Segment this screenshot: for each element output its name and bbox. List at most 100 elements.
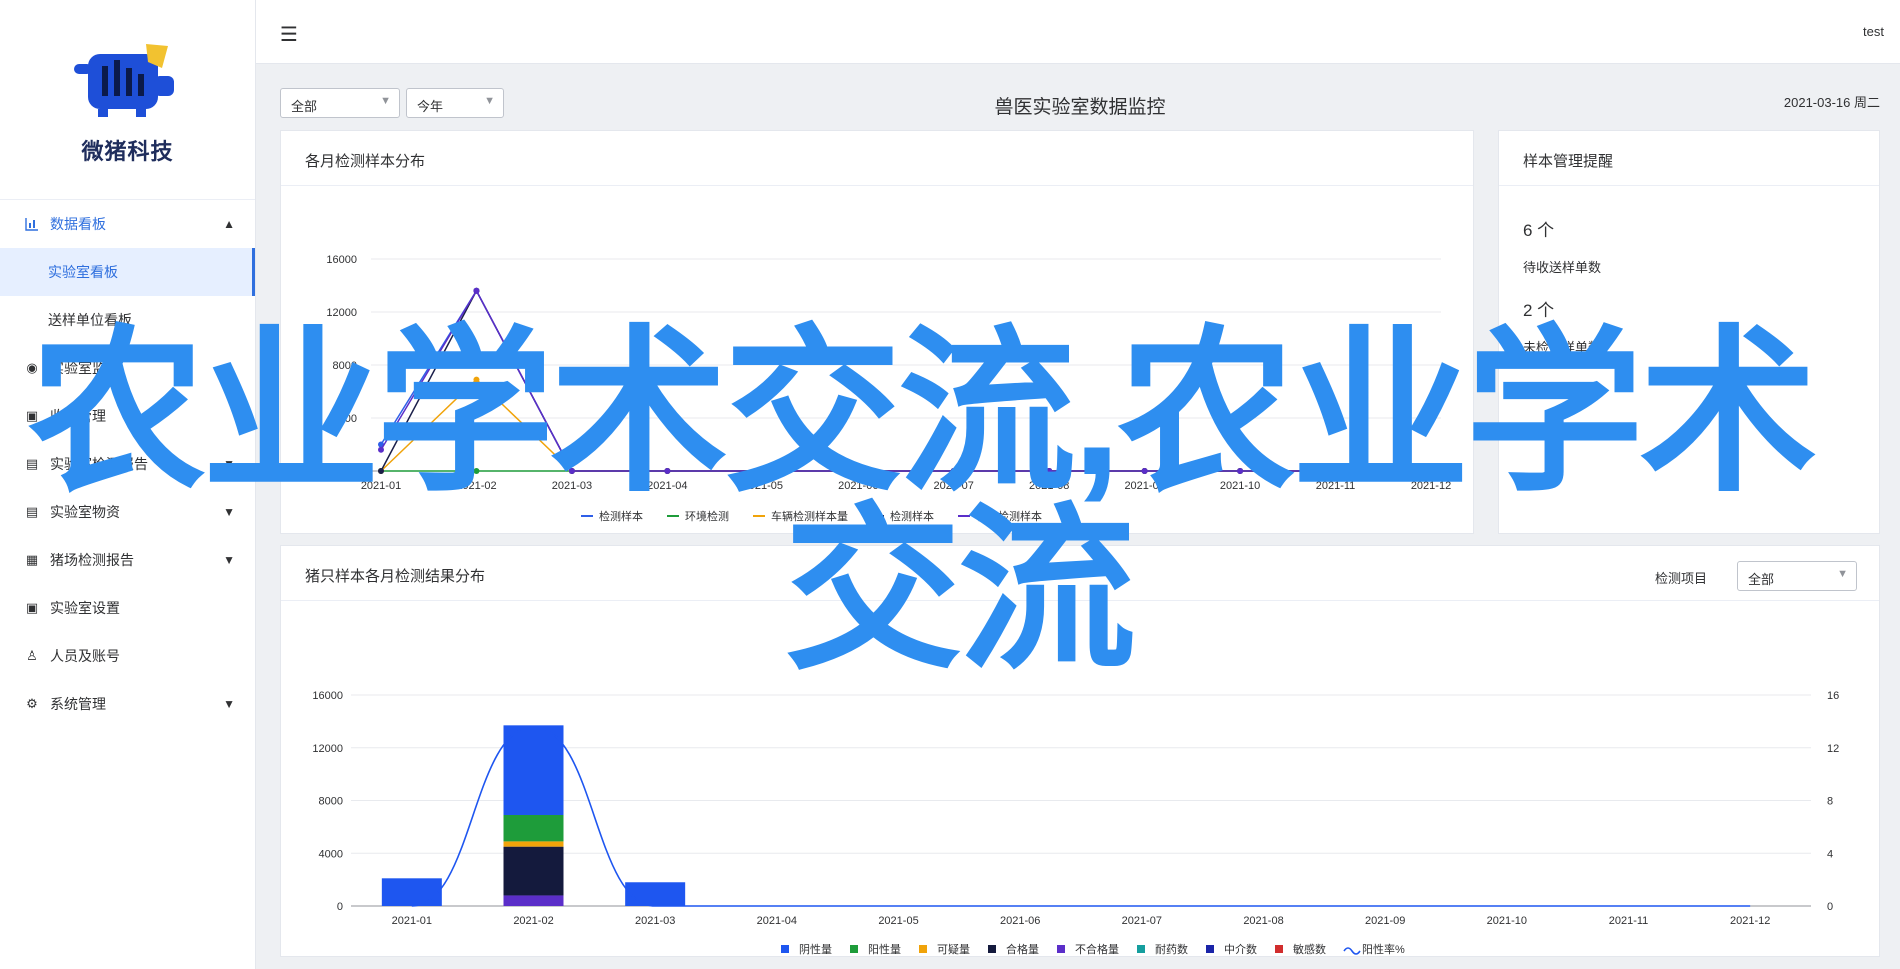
data-point [1428, 468, 1434, 474]
legend-swatch [1343, 947, 1361, 955]
chevron-down-icon: ▼ [223, 553, 235, 567]
period-select[interactable]: 今年 ▼ [406, 88, 504, 118]
bar-segment [503, 841, 564, 847]
user-name[interactable]: test [1863, 24, 1884, 39]
sidebar-item-label: 数据看板 [50, 216, 106, 232]
pending-count[interactable]: 6 个 [1523, 216, 1879, 241]
document-icon: ▤ [25, 456, 39, 471]
x-tick-label: 2021-09 [1365, 915, 1405, 927]
chevron-down-icon: ▼ [484, 95, 495, 107]
chevron-down-icon: ▼ [223, 457, 235, 471]
y-tick-label: 0 [351, 466, 357, 478]
sample-reminder-card: 样本管理提醒 6 个 待收送样单数 2 个 未检送样单数 [1498, 130, 1880, 534]
data-point [950, 468, 957, 474]
x-tick-label: 2021-10 [1220, 480, 1260, 492]
sidebar-item-label: 送样单位看板 [48, 312, 132, 328]
chevron-down-icon: ▼ [380, 95, 391, 107]
chevron-down-icon: ▼ [223, 697, 235, 711]
sidebar-item-system[interactable]: ⚙ 系统管理 ▼ [0, 680, 255, 728]
chevron-up-icon: ▲ [223, 217, 235, 231]
current-date: 2021-03-16 周二 [1783, 95, 1880, 110]
x-tick-label: 2021-04 [647, 480, 687, 492]
sidebar-item-label: 人员及账号 [50, 648, 120, 664]
x-tick-label: 2021-06 [1000, 915, 1040, 927]
filter-label: 检测项目 [1654, 571, 1707, 586]
legend-swatch [1206, 945, 1214, 953]
y-tick-label: 12000 [312, 743, 343, 755]
data-point [378, 468, 384, 474]
card-title: 样本管理提醒 [1499, 131, 1879, 186]
data-point [568, 468, 575, 474]
data-point [473, 468, 480, 474]
scope-select-value: 全部 [291, 99, 318, 114]
x-tick-label: 2021-03 [635, 915, 675, 927]
report-icon: ▦ [25, 552, 39, 567]
legend-label: 环境检测 [685, 509, 729, 523]
legend-label: 检测样本 [890, 509, 934, 523]
sidebar-item-data-board[interactable]: 数据看板 ▲ [0, 200, 255, 248]
user-icon: ♙ [26, 648, 38, 663]
x-tick-label: 2021-02 [456, 480, 496, 492]
x-tick-label: 2021-02 [513, 915, 553, 927]
sidebar-item-lab-supplies[interactable]: ▤ 实验室物资 ▼ [0, 488, 255, 536]
x-tick-label: 2021-11 [1316, 480, 1356, 492]
y-tick-label: 8000 [319, 796, 343, 808]
legend-label: 检测样本 [599, 509, 643, 523]
legend-label: 阳性率% [1362, 942, 1405, 956]
x-tick-label: 2021-05 [878, 915, 918, 927]
sidebar-item-farm-report[interactable]: ▦ 猪场检测报告 ▼ [0, 536, 255, 584]
top-bar: ☰ test [256, 0, 1900, 64]
x-tick-label: 2021-07 [1122, 915, 1162, 927]
scope-select[interactable]: 全部 ▼ [280, 88, 400, 118]
legend-label: 车辆检测样本量 [771, 509, 848, 523]
stat-block: 6 个 待收送样单数 2 个 未检送样单数 [1499, 216, 1879, 356]
sidebar-item-lab-monitor[interactable]: ◉ 实验室监控 [0, 344, 255, 392]
brand-logo[interactable]: 微猪科技 [0, 0, 255, 200]
sidebar-item-lab-report[interactable]: ▤ 实验室检测报告 ▼ [0, 440, 255, 488]
y-tick-label: 16000 [312, 690, 343, 702]
y-tick-label: 12000 [326, 307, 357, 319]
sidebar-item-users[interactable]: ♙ 人员及账号 [0, 632, 255, 680]
data-point [664, 468, 671, 474]
sidebar-item-label: 实验室监控 [50, 360, 120, 376]
legend-swatch [850, 945, 858, 953]
x-tick-label: 2021-04 [757, 915, 797, 927]
card-title: 各月检测样本分布 [281, 131, 1473, 186]
legend-swatch [1137, 945, 1145, 953]
chevron-down-icon: ▼ [1837, 568, 1848, 580]
bar-segment [503, 895, 564, 906]
y2-tick-label: 4 [1827, 848, 1833, 860]
legend-swatch [781, 945, 789, 953]
legend-label: 耐药数 [1155, 943, 1188, 956]
y-tick-label: 4000 [319, 848, 343, 860]
bar-segment [503, 815, 564, 842]
x-tick-label: 2021-01 [392, 915, 432, 927]
x-tick-label: 2021-12 [1730, 915, 1770, 927]
bar-segment [381, 878, 442, 906]
bar-segment [503, 725, 564, 816]
sidebar-item-sender-board[interactable]: 送样单位看板 [0, 296, 255, 344]
legend-label: 不合格量 [1075, 942, 1119, 956]
x-tick-label: 2021-08 [1243, 915, 1283, 927]
y-tick-label: 8000 [333, 360, 357, 372]
x-tick-label: 2021-03 [552, 480, 592, 492]
menu-toggle-icon[interactable]: ☰ [280, 22, 298, 47]
sidebar-item-sample-receive[interactable]: ▣ 收样管理 [0, 392, 255, 440]
x-tick-label: 2021-12 [1411, 480, 1451, 492]
y2-tick-label: 8 [1827, 796, 1833, 808]
sidebar-item-label: 实验室设置 [50, 600, 120, 616]
y2-tick-label: 0 [1827, 901, 1833, 913]
sidebar-item-lab-settings[interactable]: ▣ 实验室设置 [0, 584, 255, 632]
series-line [380, 378, 1431, 472]
data-point [1237, 468, 1244, 474]
test-item-select[interactable]: 全部 ▼ [1737, 561, 1857, 591]
y-tick-label: 0 [337, 901, 343, 913]
sample-line-chart: 0 4000 8000 12000 16000 2021-01 2021-02 2021-03… [326, 254, 1451, 523]
document-icon: ▤ [25, 504, 39, 519]
legend-label: 可疑量 [937, 943, 970, 956]
page-title: 兽医实验室数据监控 [994, 97, 1166, 118]
x-tick-label: 2021-01 [361, 480, 401, 492]
unchecked-count[interactable]: 2 个 [1523, 296, 1879, 321]
sidebar-item-lab-board[interactable]: 实验室看板 [0, 248, 255, 296]
legend-swatch [1275, 945, 1283, 953]
